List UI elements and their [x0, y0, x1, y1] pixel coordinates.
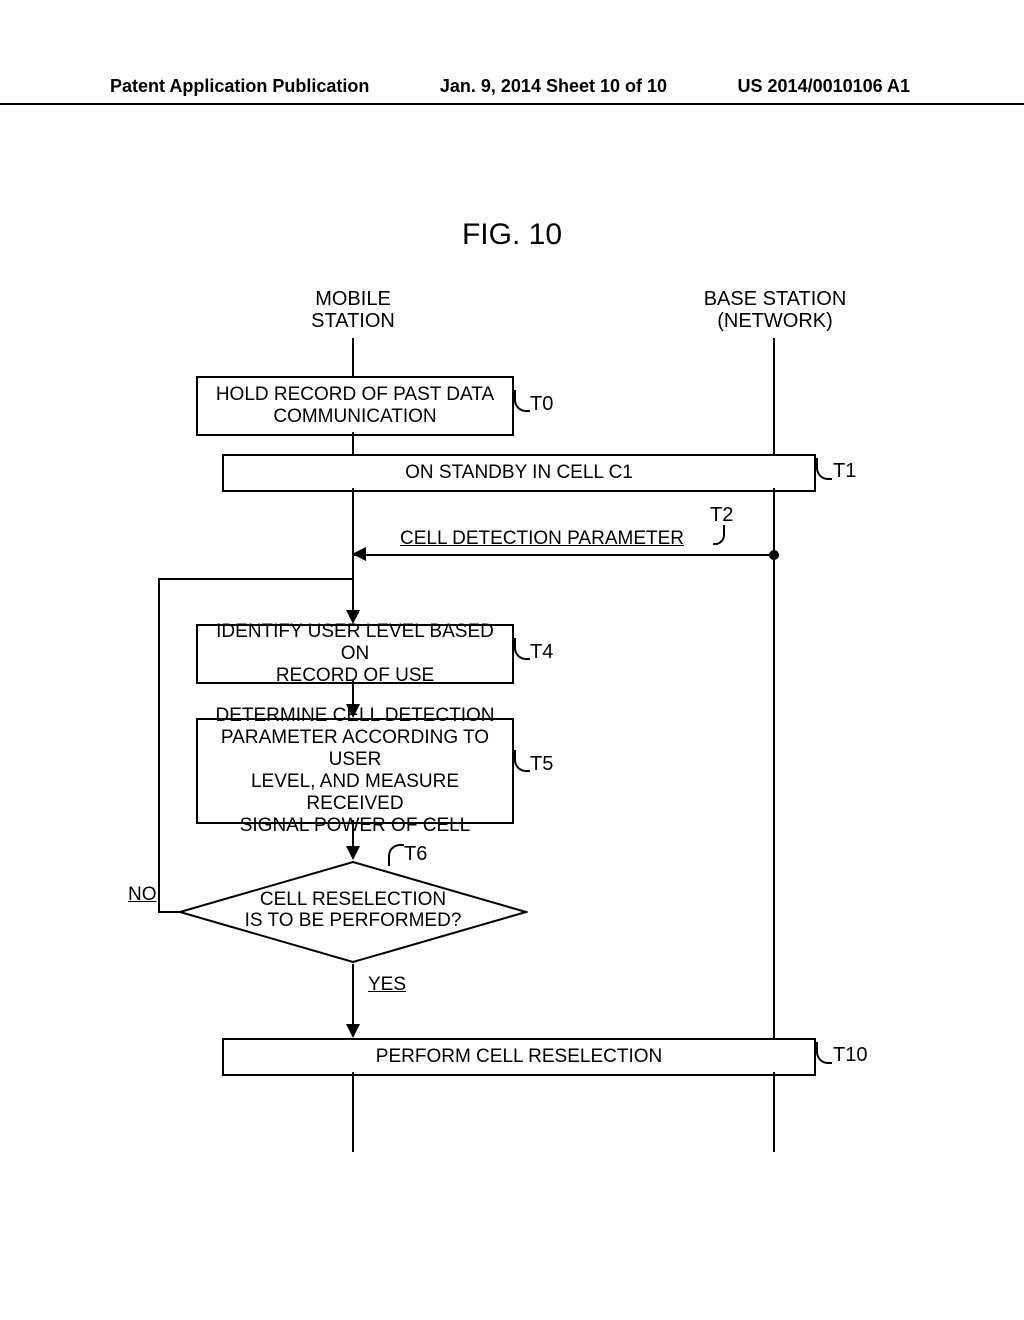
lifeline-mobile-2 — [352, 432, 354, 454]
step-t6-diamond: CELL RESELECTION IS TO BE PERFORMED? — [178, 860, 528, 964]
lifeline-mobile-1 — [352, 338, 354, 376]
lifeline-mobile-3 — [352, 488, 354, 556]
hook-t2 — [713, 525, 725, 545]
hook-t6 — [388, 844, 404, 866]
step-t2-label: T2 — [710, 504, 733, 527]
branch-no: NO — [128, 884, 157, 906]
msg-t2-origin-dot — [769, 550, 779, 560]
no-loop-top — [160, 578, 354, 580]
no-branch-h — [158, 911, 180, 913]
arrow-into-t6 — [346, 846, 360, 860]
lifeline-mobile-8 — [352, 1072, 354, 1152]
lifeline-base-1 — [773, 338, 775, 454]
branch-yes: YES — [368, 974, 406, 996]
step-t10-box: PERFORM CELL RESELECTION — [222, 1038, 816, 1076]
header-left: Patent Application Publication — [110, 76, 369, 97]
hook-t1 — [816, 458, 832, 480]
step-t5-label: T5 — [530, 753, 553, 776]
hook-t10 — [816, 1042, 832, 1064]
patent-header: Patent Application Publication Jan. 9, 2… — [0, 76, 1024, 105]
msg-t2-line — [354, 554, 774, 556]
step-t0-label: T0 — [530, 393, 553, 416]
step-t10-label: T10 — [833, 1044, 867, 1067]
hook-t4 — [514, 638, 530, 660]
step-t6-label: T6 — [404, 843, 427, 866]
lane-base-station: BASE STATION (NETWORK) — [700, 288, 850, 332]
lane-mobile-station: MOBILE STATION — [293, 288, 413, 332]
step-t4-label: T4 — [530, 641, 553, 664]
no-loop-vertical — [158, 578, 160, 913]
step-t5-box: DETERMINE CELL DETECTION PARAMETER ACCOR… — [196, 718, 514, 824]
step-t4-box: IDENTIFY USER LEVEL BASED ON RECORD OF U… — [196, 624, 514, 684]
figure-title: FIG. 10 — [0, 218, 1024, 252]
msg-t2-arrowhead — [352, 547, 366, 561]
lifeline-base-2 — [773, 488, 775, 1064]
arrow-into-t10 — [346, 1024, 360, 1038]
header-right: US 2014/0010106 A1 — [738, 76, 910, 97]
msg-t2-text: CELL DETECTION PARAMETER — [400, 528, 684, 550]
step-t1-label: T1 — [833, 460, 856, 483]
header-center: Jan. 9, 2014 Sheet 10 of 10 — [440, 76, 667, 97]
lifeline-base-3 — [773, 1072, 775, 1152]
hook-t5 — [514, 750, 530, 772]
hook-t0 — [514, 390, 530, 412]
step-t0-box: HOLD RECORD OF PAST DATA COMMUNICATION — [196, 376, 514, 436]
step-t1-box: ON STANDBY IN CELL C1 — [222, 454, 816, 492]
